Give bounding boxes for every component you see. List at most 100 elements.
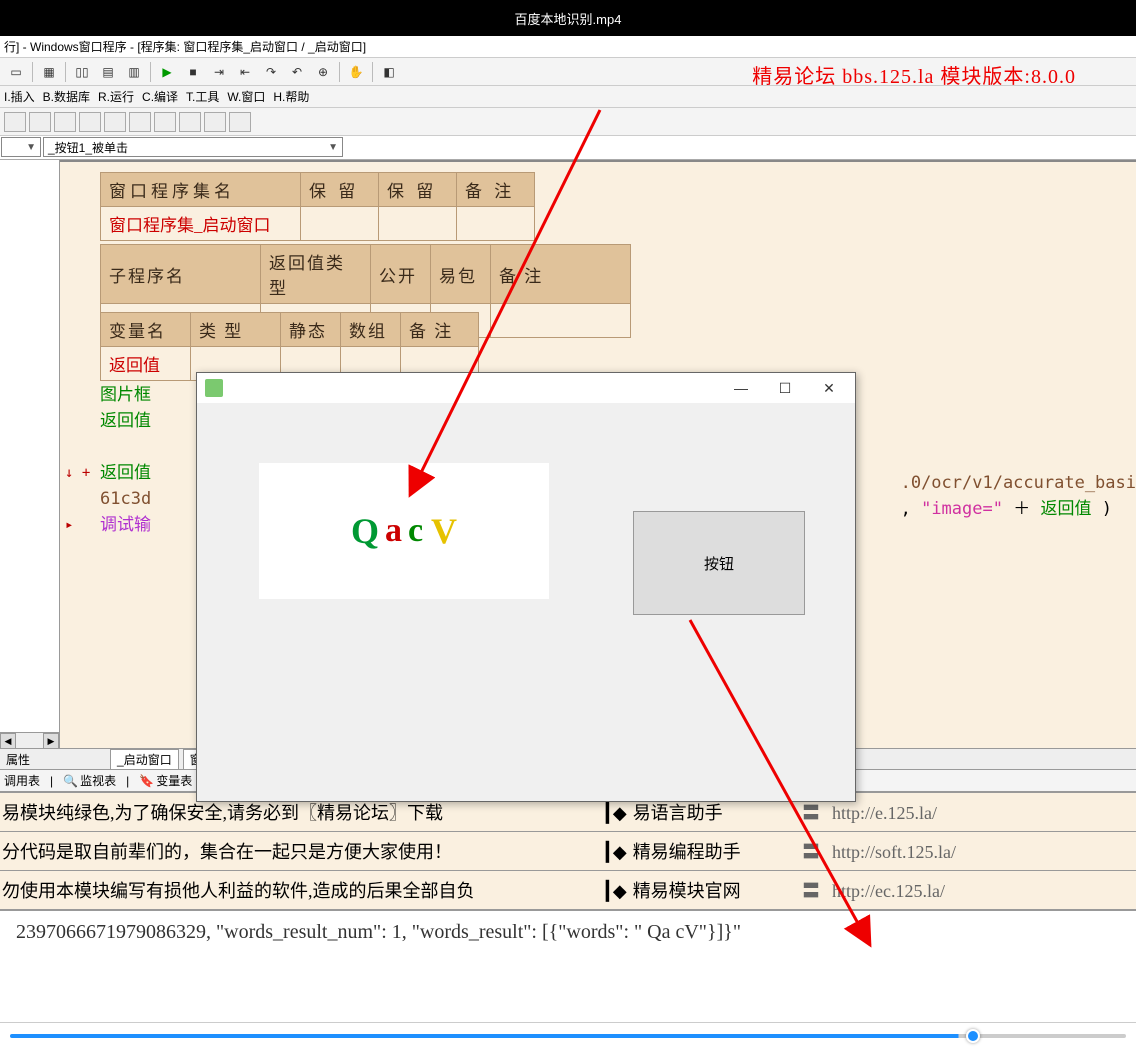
run-button[interactable]: ▶: [155, 61, 179, 83]
combo-value: _按钮1_被单击: [48, 139, 128, 156]
output-row: 分代码是取自前辈们的，集合在一起只是方便大家使用！ ┃◆精易编程助手 〓http…: [0, 832, 1136, 871]
app-title-bar: 行] - Windows窗口程序 - [程序集: 窗口程序集_启动窗口 / _启…: [0, 36, 1136, 58]
variable-table: 变量名 类 型 静态 数组 备 注 返回值: [100, 312, 479, 381]
program-set-table: 窗口程序集名 保 留 保 留 备 注 窗口程序集_启动窗口: [100, 172, 535, 241]
menu-run[interactable]: R.运行: [98, 88, 134, 105]
toolbar-button[interactable]: ▭: [4, 61, 28, 83]
video-progress-bar[interactable]: [0, 1022, 1136, 1048]
menu-tools[interactable]: T.工具: [186, 88, 219, 105]
maximize-button[interactable]: ☐: [763, 374, 807, 402]
cell[interactable]: [457, 207, 535, 241]
recognize-button[interactable]: 按钮: [633, 511, 805, 615]
video-title: 百度本地识别.mp4: [515, 9, 622, 28]
code-token: ): [1102, 499, 1112, 519]
col-header: 易包: [431, 245, 491, 304]
menu-window[interactable]: W.窗口: [227, 88, 265, 105]
close-button[interactable]: ✕: [807, 374, 851, 402]
code-lines: 图片框 返回值 ↓ + 返回值 61c3d ▸ 调试输: [100, 382, 151, 538]
col-header: 备 注: [457, 173, 535, 207]
output-text: 分代码是取自前辈们的，集合在一起只是方便大家使用！: [2, 838, 602, 864]
combo-small[interactable]: ▼: [1, 137, 41, 157]
runtime-window: — ☐ ✕ Q a c V 按钮: [196, 372, 856, 802]
align-button[interactable]: [129, 112, 151, 132]
scroll-right-icon[interactable]: ▶: [43, 733, 59, 749]
code-token: ＋: [1013, 499, 1040, 519]
captcha-char: V: [431, 510, 457, 552]
selector-row: ▼ _按钮1_被单击 ▼: [0, 136, 1136, 160]
col-header: 子程序名: [101, 245, 261, 304]
output-text: 易模块纯绿色,为了确保安全,请务必到〖精易论坛〗下载: [2, 799, 602, 825]
menu-database[interactable]: B.数据库: [43, 88, 90, 105]
cell[interactable]: [491, 304, 631, 338]
subroutine-selector[interactable]: _按钮1_被单击 ▼: [43, 137, 343, 157]
magnifier-icon: 🔍: [63, 774, 77, 788]
cell[interactable]: [379, 207, 457, 241]
menu-compile[interactable]: C.编译: [142, 88, 178, 105]
step-button[interactable]: ↶: [285, 61, 309, 83]
step-button[interactable]: ↷: [259, 61, 283, 83]
layout-button[interactable]: ▥: [122, 61, 146, 83]
editor-tab[interactable]: _启动窗口: [110, 749, 179, 770]
tab-watch[interactable]: 🔍监视表: [63, 772, 116, 789]
captcha-char: c: [408, 512, 423, 550]
scroll-left-icon[interactable]: ◀: [0, 733, 16, 749]
col-header: 公开: [371, 245, 431, 304]
align-button[interactable]: [54, 112, 76, 132]
col-header: 静态: [281, 313, 341, 347]
col-header: 窗口程序集名: [101, 173, 301, 207]
col-header: 返回值类型: [261, 245, 371, 304]
captcha-char: a: [385, 512, 402, 550]
video-title-bar: 百度本地识别.mp4: [0, 0, 1136, 36]
captcha-image: Q a c V: [259, 463, 549, 599]
align-button[interactable]: [79, 112, 101, 132]
align-button[interactable]: [179, 112, 201, 132]
align-toolbar: [0, 108, 1136, 136]
code-token: 图片框: [100, 385, 151, 405]
tag-icon: 🔖: [139, 774, 153, 788]
align-button[interactable]: [29, 112, 51, 132]
gutter-marker: ▸: [65, 512, 73, 538]
chevron-down-icon: ▼: [26, 142, 36, 153]
button-label: 按钮: [704, 553, 734, 574]
align-button[interactable]: [204, 112, 226, 132]
menu-insert[interactable]: I.插入: [4, 88, 35, 105]
col-header: 变量名: [101, 313, 191, 347]
menu-help[interactable]: H.帮助: [273, 88, 309, 105]
horizontal-scrollbar[interactable]: ◀ ▶: [0, 732, 59, 748]
toolbar-button[interactable]: ⊕: [311, 61, 335, 83]
align-button[interactable]: [154, 112, 176, 132]
tab-call-table[interactable]: 调用表: [4, 772, 40, 789]
code-right-fragment: .0/ocr/v1/accurate_basi , "image=" ＋ 返回值…: [901, 470, 1136, 522]
window-titlebar[interactable]: — ☐ ✕: [197, 373, 855, 403]
code-token: 61c3d: [100, 489, 151, 509]
menu-bar: I.插入 B.数据库 R.运行 C.编译 T.工具 W.窗口 H.帮助: [0, 86, 1136, 108]
align-button[interactable]: [4, 112, 26, 132]
cell[interactable]: [301, 207, 379, 241]
stop-button[interactable]: ■: [181, 61, 205, 83]
col-header: 数组: [341, 313, 401, 347]
code-token: .0/ocr/v1/accurate_basi: [901, 473, 1136, 493]
layout-button[interactable]: ▤: [96, 61, 120, 83]
code-token: 返回值: [1040, 499, 1091, 519]
code-token: 返回值: [100, 411, 151, 431]
gutter-marker: ↓ +: [65, 460, 90, 486]
progress-thumb[interactable]: [966, 1029, 980, 1043]
cell[interactable]: 返回值: [101, 347, 191, 381]
tab-variables[interactable]: 🔖变量表: [139, 772, 192, 789]
step-button[interactable]: ⇤: [233, 61, 257, 83]
hand-tool-icon[interactable]: ✋: [344, 61, 368, 83]
toolbar-button[interactable]: ▦: [37, 61, 61, 83]
code-token: 返回值: [100, 463, 151, 483]
col-header: 备 注: [401, 313, 479, 347]
col-header: 保 留: [301, 173, 379, 207]
align-button[interactable]: [104, 112, 126, 132]
progress-track[interactable]: [10, 1034, 1126, 1038]
align-button[interactable]: [229, 112, 251, 132]
output-text: 勿使用本模块编写有损他人利益的软件,造成的后果全部自负: [2, 877, 602, 903]
output-label: ┃◆易语言助手: [602, 799, 802, 825]
toolbar-button[interactable]: ◧: [377, 61, 401, 83]
layout-button[interactable]: ▯▯: [70, 61, 94, 83]
step-button[interactable]: ⇥: [207, 61, 231, 83]
cell[interactable]: 窗口程序集_启动窗口: [101, 207, 301, 241]
minimize-button[interactable]: —: [719, 374, 763, 402]
